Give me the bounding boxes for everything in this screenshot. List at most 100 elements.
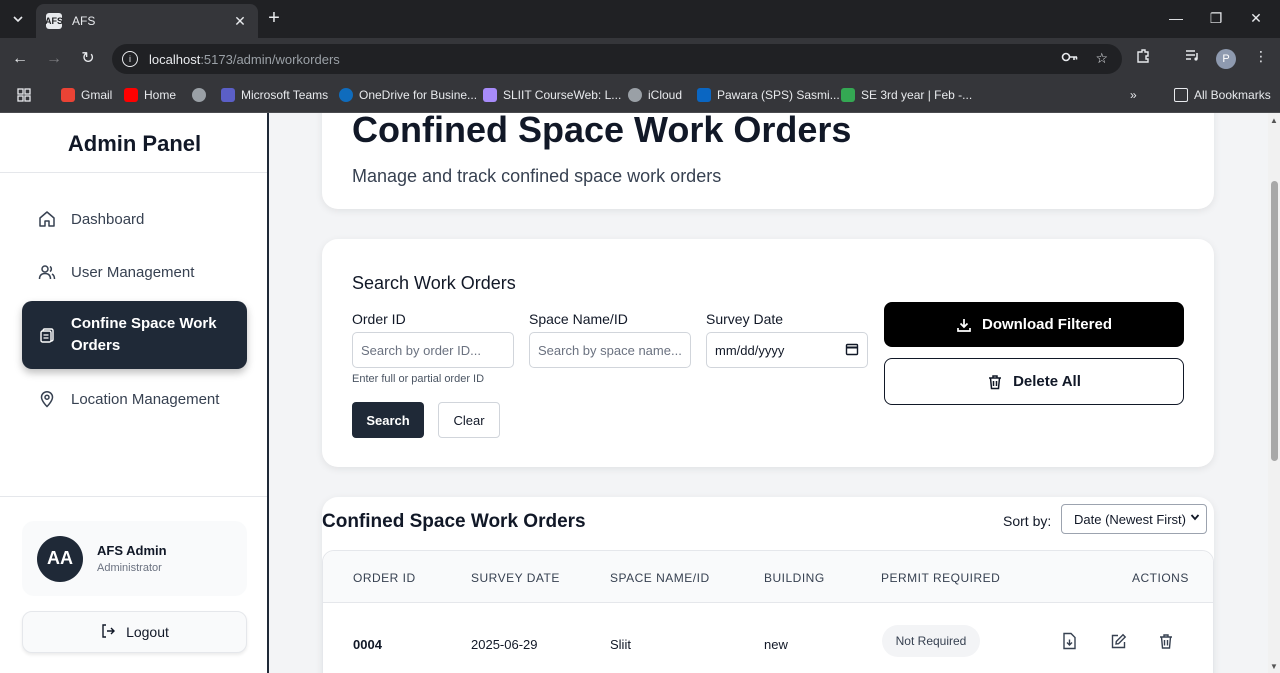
back-arrow-icon[interactable]: ←: [8, 47, 32, 71]
bookmark-icloud[interactable]: iCloud: [628, 88, 682, 102]
page-subtitle: Manage and track confined space work ord…: [352, 166, 722, 186]
avatar: AA: [37, 535, 83, 582]
tab-title: AFS: [72, 14, 96, 28]
drive-icon: [841, 88, 855, 102]
order-id-input[interactable]: Search by order ID...: [352, 332, 514, 368]
bookmark-linkedin[interactable]: Pawara (SPS) Sasmi...: [697, 88, 840, 102]
order-id-hint: Enter full or partial order ID: [352, 373, 485, 385]
linkedin-icon: [697, 88, 711, 102]
download-label: Download Filtered: [981, 316, 1112, 333]
logout-label: Logout: [126, 624, 169, 640]
bookmark-sliit[interactable]: SLIIT CourseWeb: L...: [483, 88, 621, 102]
sidebar-item-label: Dashboard: [71, 210, 145, 228]
page-title: Confined Space Work Orders: [352, 113, 852, 150]
onedrive-icon: [339, 88, 353, 102]
order-id-cell: 0004: [353, 637, 382, 652]
browser-toolbar: ← → ↻ i localhost:5173/admin/workorders …: [0, 38, 1280, 80]
scroll-thumb[interactable]: [1271, 181, 1278, 461]
date-placeholder: mm/dd/yyyy: [715, 342, 785, 358]
clear-button[interactable]: Clear: [438, 402, 500, 438]
bookmarks-overflow-icon[interactable]: »: [1130, 88, 1137, 102]
delete-all-button[interactable]: Delete All: [884, 358, 1184, 405]
media-control-icon[interactable]: [1181, 48, 1203, 65]
sidebar-item-label: Confine Space Work Orders: [71, 315, 217, 354]
sidebar-item-user-management[interactable]: User Management: [22, 250, 247, 294]
site-info-icon[interactable]: i: [122, 51, 138, 67]
scroll-down-icon[interactable]: ▼: [1270, 662, 1278, 671]
permit-badge: Not Required: [882, 625, 980, 657]
bookmarks-bar: Gmail Home Microsoft Teams OneDrive for …: [0, 80, 1280, 113]
maximize-icon[interactable]: ❐: [1206, 8, 1226, 28]
apps-grid-icon[interactable]: [17, 88, 31, 102]
space-input[interactable]: Search by space name...: [529, 332, 691, 368]
forward-arrow-icon[interactable]: →: [42, 47, 66, 71]
bookmark-onedrive[interactable]: OneDrive for Busine...: [339, 88, 477, 102]
bookmark-drive[interactable]: SE 3rd year | Feb -...: [841, 88, 972, 102]
logout-icon: [100, 623, 116, 642]
column-header: PERMIT REQUIRED: [881, 571, 1001, 585]
bookmark-gmail[interactable]: Gmail: [61, 88, 112, 102]
scroll-up-icon[interactable]: ▲: [1270, 116, 1278, 125]
window-close-icon[interactable]: ✕: [1246, 8, 1266, 28]
work-orders-table: ORDER ID SURVEY DATE SPACE NAME/ID BUILD…: [322, 550, 1214, 673]
extensions-icon[interactable]: [1132, 48, 1154, 67]
sidebar-item-dashboard[interactable]: Dashboard: [22, 197, 247, 241]
list-title: Confined Space Work Orders: [322, 511, 586, 532]
calendar-icon[interactable]: [845, 342, 859, 359]
home-icon: [38, 210, 56, 228]
tab-favicon: AFS: [45, 13, 63, 29]
bookmark-teams[interactable]: Microsoft Teams: [221, 88, 328, 102]
all-bookmarks[interactable]: All Bookmarks: [1174, 88, 1271, 102]
minimize-icon[interactable]: —: [1166, 8, 1186, 28]
sidebar-item-work-orders[interactable]: Confine Space Work Orders: [22, 301, 247, 369]
password-key-icon[interactable]: [1061, 50, 1079, 67]
gmail-icon: [61, 88, 75, 102]
bookmark-star-icon[interactable]: ☆: [1095, 50, 1108, 67]
reload-icon[interactable]: ↻: [76, 47, 100, 71]
search-title: Search Work Orders: [352, 273, 516, 293]
download-pdf-icon[interactable]: [1059, 631, 1079, 651]
search-card: Search Work Orders Order ID Search by or…: [322, 239, 1214, 467]
order-id-label: Order ID: [352, 311, 406, 327]
users-icon: [38, 263, 56, 281]
building-cell: new: [764, 637, 788, 652]
column-header: ORDER ID: [353, 571, 416, 585]
survey-date-cell: 2025-06-29: [471, 637, 538, 652]
chevron-down-icon: [13, 16, 23, 23]
sidebar-item-location-management[interactable]: Location Management: [22, 377, 247, 421]
courseweb-icon: [483, 88, 497, 102]
sidebar: Admin Panel Dashboard User Management Co…: [0, 113, 269, 673]
sort-value: Date (Newest First): [1074, 511, 1186, 527]
trash-icon[interactable]: [1156, 631, 1176, 651]
tab-close-icon[interactable]: ✕: [232, 13, 248, 30]
page-scrollbar[interactable]: ▲ ▼: [1268, 113, 1280, 673]
chevron-down-icon: [1190, 512, 1200, 525]
survey-date-input[interactable]: mm/dd/yyyy: [706, 332, 868, 368]
sort-label: Sort by:: [1003, 513, 1052, 529]
download-icon: [956, 317, 972, 333]
tab-search-button[interactable]: [6, 8, 30, 30]
edit-icon[interactable]: [1108, 631, 1128, 651]
logout-button[interactable]: Logout: [22, 611, 247, 653]
column-header: BUILDING: [764, 571, 825, 585]
page-viewport: Admin Panel Dashboard User Management Co…: [0, 113, 1280, 673]
sort-select[interactable]: Date (Newest First): [1061, 504, 1207, 534]
browser-tab-active[interactable]: AFS AFS ✕: [36, 4, 258, 38]
browser-tabbar: AFS AFS ✕ + — ❐ ✕: [0, 0, 1280, 38]
brand-title: Admin Panel: [67, 131, 202, 156]
bookmark-home[interactable]: Home: [124, 88, 176, 102]
download-filtered-button[interactable]: Download Filtered: [884, 302, 1184, 347]
table-header: ORDER ID SURVEY DATE SPACE NAME/ID BUILD…: [323, 551, 1213, 603]
new-tab-button[interactable]: +: [264, 8, 284, 28]
bookmark-globe[interactable]: [192, 88, 212, 102]
search-button[interactable]: Search: [352, 402, 424, 438]
profile-avatar[interactable]: P: [1216, 49, 1236, 69]
more-menu-icon[interactable]: ⋮: [1250, 48, 1272, 65]
page-header-card: Confined Space Work Orders Manage and tr…: [322, 113, 1214, 209]
address-bar[interactable]: i localhost:5173/admin/workorders ☆: [112, 44, 1122, 74]
clipboard-icon: [38, 326, 56, 344]
sidebar-item-label: Location Management: [71, 390, 220, 408]
trash-icon: [987, 374, 1003, 390]
folder-icon: [1174, 88, 1188, 102]
user-role: Administrator: [97, 562, 162, 574]
